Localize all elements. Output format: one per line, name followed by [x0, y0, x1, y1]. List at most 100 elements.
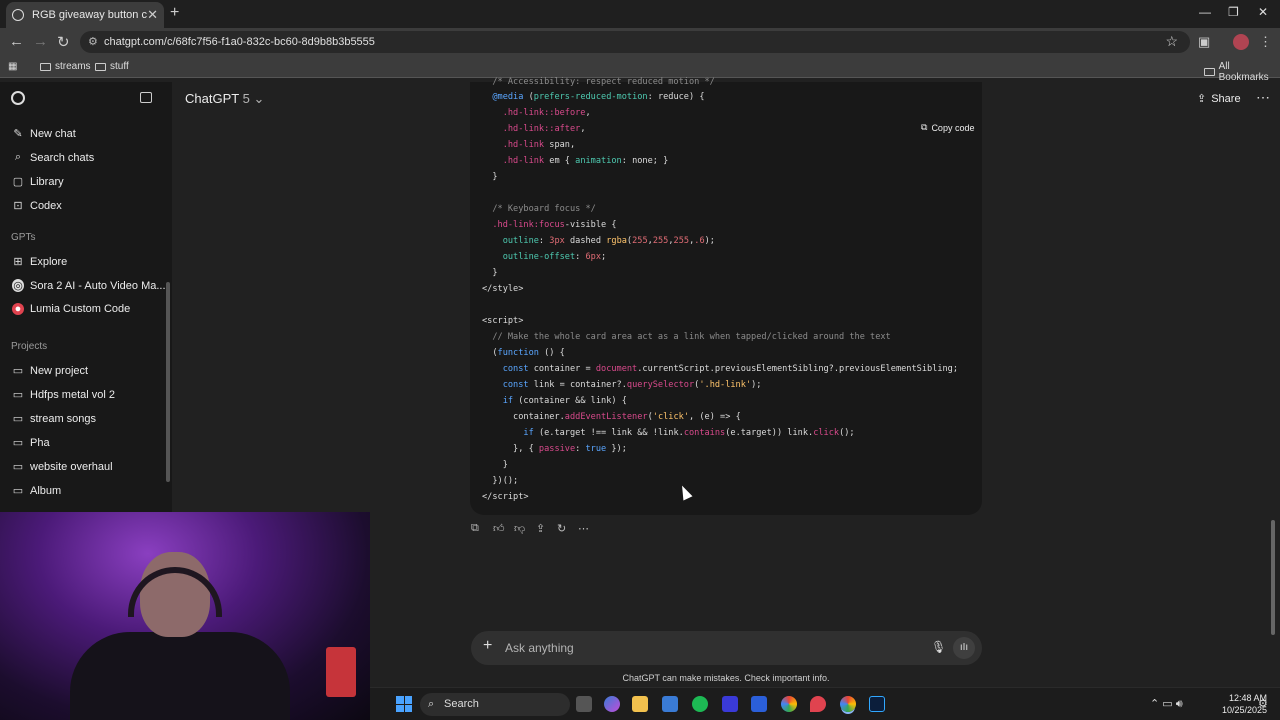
sidebar-item-project[interactable]: ▭ stream songs: [12, 412, 96, 426]
code-line: @media (prefers-reduced-motion: reduce) …: [492, 92, 705, 102]
folder-icon: [40, 62, 51, 71]
sidebar-item-project[interactable]: ▭ Album: [12, 484, 61, 498]
photoshop-icon[interactable]: [869, 696, 885, 712]
thumbs-up-icon[interactable]: 👍︎: [493, 522, 505, 535]
sidebar-item-lumia[interactable]: ● Lumia Custom Code: [12, 303, 130, 315]
share-message-icon[interactable]: ⇪: [536, 522, 545, 535]
add-attachment-icon[interactable]: +: [483, 637, 492, 655]
sidebar-item-sora[interactable]: ◎ Sora 2 AI - Auto Video Ma...: [12, 279, 166, 292]
apps-icon[interactable]: ▦: [8, 61, 17, 72]
windows-start-icon[interactable]: [396, 696, 412, 712]
settings-gear-icon[interactable]: ⚙: [1258, 697, 1268, 710]
folder-icon: ▭: [12, 485, 24, 497]
tab-search-icon[interactable]: ▣: [1198, 34, 1210, 50]
more-options-icon[interactable]: ⋯: [1256, 89, 1270, 106]
windows-taskbar: ⌕ Search ⌃ ▭ 🔊︎ 12:48 AM 10/25/2025 ⚙: [370, 687, 1280, 720]
system-tray-icons[interactable]: ⌃ ▭ 🔊︎: [1150, 697, 1183, 711]
minimize-icon[interactable]: —: [1199, 5, 1211, 19]
code-line: .hd-link::after,: [502, 124, 586, 134]
share-button[interactable]: ⇪ Share: [1197, 92, 1241, 106]
regenerate-icon[interactable]: ↻: [557, 522, 566, 535]
profile-avatar[interactable]: [1233, 34, 1249, 50]
spotify-icon[interactable]: [692, 696, 708, 712]
sidebar-toggle-icon[interactable]: [140, 92, 152, 103]
bookmark-label: streams: [55, 61, 91, 72]
location-app-icon[interactable]: [810, 696, 826, 712]
model-selector[interactable]: ChatGPT 5 ⌄: [185, 91, 264, 107]
taskbar-search-label: Search: [444, 698, 479, 710]
forward-icon[interactable]: →: [33, 33, 48, 50]
browser-tab[interactable]: RGB giveaway button code ✕: [6, 2, 164, 28]
code-line: outline-offset: 6px;: [502, 252, 607, 262]
task-view-icon[interactable]: [576, 696, 592, 712]
sidebar-item-codex[interactable]: ⊡ Codex: [12, 199, 61, 213]
code-line: </script>: [482, 492, 529, 502]
bookmark-star-icon[interactable]: ☆: [1165, 33, 1178, 50]
window-close-icon[interactable]: ✕: [1258, 5, 1268, 19]
sidebar-item-new-chat[interactable]: ✎ New chat: [12, 127, 76, 141]
voice-mode-icon[interactable]: ıIı: [953, 637, 975, 659]
code-line: container.addEventListener('click', (e) …: [482, 412, 741, 422]
main-scrollbar[interactable]: [1271, 520, 1275, 635]
code-line: if (container && link) {: [502, 396, 627, 406]
copy-icon: ⧉: [921, 122, 928, 132]
taskbar-search[interactable]: ⌕ Search: [420, 693, 570, 716]
composer: + 🎙︎ ıIı: [471, 631, 982, 665]
sidebar-item-project[interactable]: ▭ website overhaul: [12, 460, 113, 474]
sidebar-item-label: Library: [30, 175, 64, 188]
back-icon[interactable]: ←: [9, 33, 24, 50]
sidebar-item-explore[interactable]: ⊞ Explore: [12, 255, 67, 269]
grid-icon: ⊞: [13, 256, 23, 268]
chrome-active-icon[interactable]: [840, 696, 856, 712]
more-actions-icon[interactable]: ⋯: [578, 522, 589, 535]
code-line: })();: [482, 476, 519, 486]
sidebar-item-label: New project: [30, 364, 89, 377]
bookmark-streams[interactable]: streams: [40, 61, 91, 72]
reload-icon[interactable]: ↻: [57, 33, 70, 51]
share-icon: ⇪: [1197, 93, 1207, 105]
sidebar-item-search-chats[interactable]: ⌕ Search chats: [12, 151, 94, 164]
close-tab-icon[interactable]: ✕: [147, 7, 158, 23]
sidebar-item-label: Pha: [30, 436, 50, 449]
red-cup: [326, 647, 356, 697]
sidebar-item-new-project[interactable]: ▭ New project: [12, 364, 89, 378]
sidebar-item-library[interactable]: ▢ Library: [12, 175, 64, 189]
copilot-icon[interactable]: [604, 696, 620, 712]
sidebar-scrollbar[interactable]: [166, 282, 170, 482]
chevron-down-icon: ⌄: [253, 91, 265, 106]
code-line: if (e.target !== link && !link.contains(…: [523, 428, 855, 438]
openai-logo-icon[interactable]: [11, 91, 25, 105]
maximize-icon[interactable]: ❐: [1228, 5, 1239, 19]
folder-icon: ▭: [12, 461, 24, 473]
file-explorer-icon[interactable]: [632, 696, 648, 712]
new-tab-icon[interactable]: +: [170, 4, 179, 22]
sidebar-item-project[interactable]: ▭ Hdfps metal vol 2: [12, 388, 115, 402]
notepad-icon[interactable]: [662, 696, 678, 712]
code-line: // Make the whole card area act as a lin…: [482, 332, 891, 342]
new-folder-icon: ▭: [12, 365, 24, 377]
app-icon[interactable]: [751, 696, 767, 712]
thumbs-down-icon[interactable]: 👎︎: [514, 522, 525, 535]
sidebar-item-label: New chat: [30, 127, 76, 140]
site-info-icon[interactable]: ⚙: [88, 35, 98, 48]
bookmark-stuff[interactable]: stuff: [95, 61, 129, 72]
library-icon: ▢: [12, 176, 24, 188]
copy-message-icon[interactable]: ⧉: [471, 522, 479, 535]
sidebar-item-project[interactable]: ▭ Pha: [12, 436, 50, 450]
microphone-icon[interactable]: 🎙︎: [931, 640, 946, 654]
hud-fx-icon[interactable]: [722, 696, 738, 712]
code-line: outline: 3px dashed rgba(255,255,255,.6)…: [502, 236, 715, 246]
webcam-overlay: [0, 512, 370, 720]
edit-icon: ✎: [13, 128, 23, 140]
prompt-input[interactable]: [505, 639, 905, 657]
code-line: const container = document.currentScript…: [502, 364, 959, 374]
code-line: .hd-link span,: [502, 140, 576, 150]
url-field[interactable]: ⚙ chatgpt.com/c/68fc7f56-f1a0-832c-bc60-…: [80, 31, 1190, 53]
code-line: }, { passive: true });: [482, 444, 627, 454]
all-bookmarks[interactable]: All Bookmarks: [1204, 61, 1280, 83]
chrome-icon[interactable]: [781, 696, 797, 712]
copy-code-button[interactable]: ⧉ Copy code: [921, 122, 974, 133]
code-line: </style>: [482, 284, 524, 294]
browser-menu-icon[interactable]: ⋮: [1259, 34, 1272, 50]
lumia-icon: ●: [12, 303, 24, 315]
